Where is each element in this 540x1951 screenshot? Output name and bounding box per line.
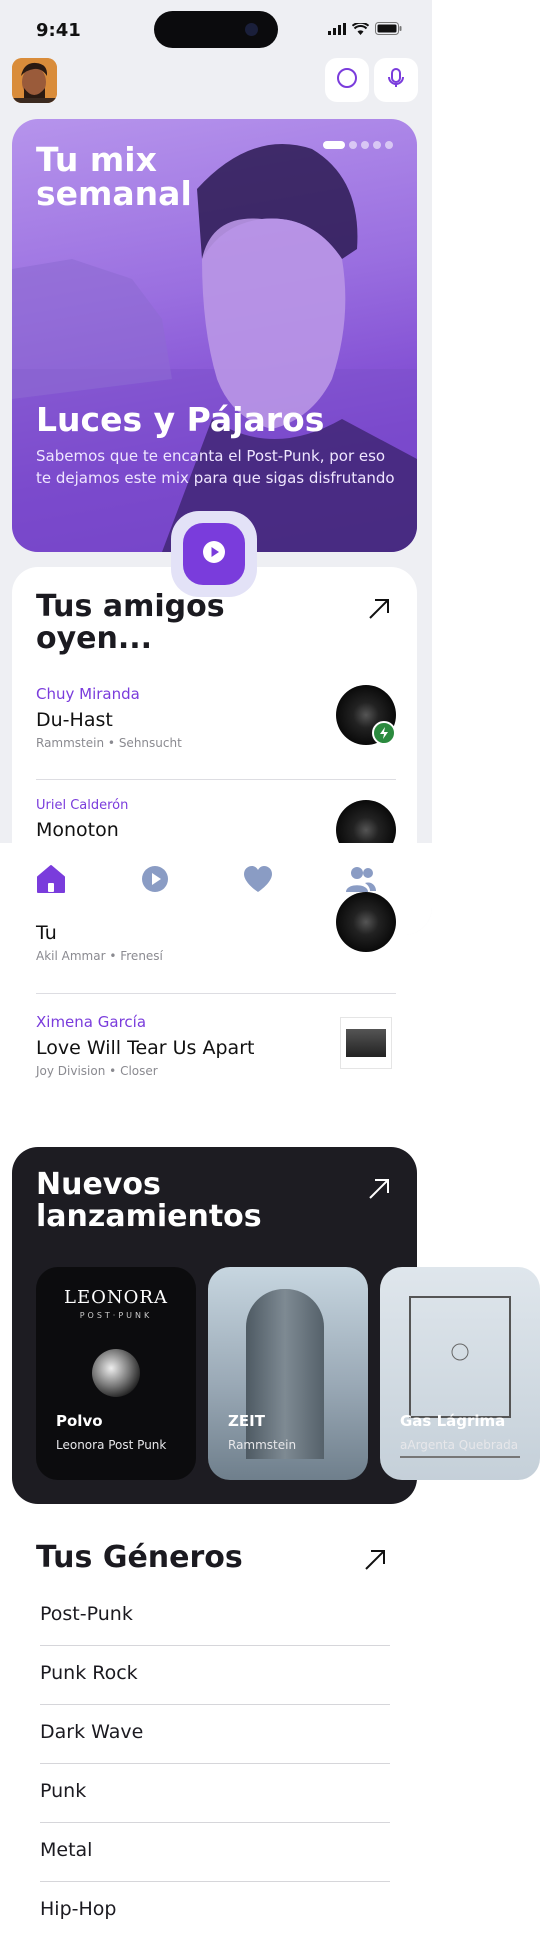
friends-title: Tus amigos oyen...: [36, 589, 225, 656]
voice-search-button[interactable]: [374, 58, 418, 102]
release-artist: Rammstein: [228, 1438, 297, 1452]
genre-item[interactable]: Dark Wave: [40, 1705, 390, 1764]
genre-item[interactable]: Post-Punk: [40, 1587, 390, 1646]
album-name: Closer: [120, 1064, 158, 1078]
divider: [36, 993, 396, 994]
album-cover: [336, 892, 396, 952]
friend-row[interactable]: Chuy Miranda Du-Hast Rammstein • Sehnsuc…: [36, 685, 396, 750]
release-artist: aArgenta Quebrada: [400, 1438, 519, 1452]
circle-search-icon: [335, 66, 359, 94]
divider: [36, 779, 396, 780]
play-mix-button[interactable]: [183, 523, 245, 585]
status-bar: 9:41: [0, 0, 432, 58]
release-card[interactable]: ZEIT Rammstein: [208, 1267, 368, 1480]
carousel-dot[interactable]: [349, 141, 357, 149]
arrow-up-right-icon[interactable]: [365, 595, 393, 623]
home-icon: [35, 863, 67, 899]
artist-name: Joy Division: [36, 1064, 106, 1078]
arrow-up-right-icon[interactable]: [365, 1175, 393, 1203]
song-meta: Akil Ammar • Frenesí: [36, 949, 163, 963]
nav-home[interactable]: [33, 863, 69, 899]
microphone-icon: [384, 66, 408, 94]
album-art-subtext: POST·PUNK: [79, 1311, 153, 1320]
search-button[interactable]: [325, 58, 369, 102]
friend-row[interactable]: Ximena García Love Will Tear Us Apart Jo…: [36, 1013, 396, 1078]
genre-item[interactable]: Hip-Hop: [40, 1882, 390, 1941]
nav-favorites[interactable]: [240, 863, 276, 899]
release-artist: Leonora Post Punk: [56, 1438, 167, 1452]
friend-row[interactable]: Uriel Calderón Monoton: [36, 798, 396, 860]
heart-icon: [243, 865, 273, 897]
release-title: ZEIT: [228, 1412, 265, 1430]
album-name: Sehnsucht: [118, 736, 182, 750]
genre-item[interactable]: Punk: [40, 1764, 390, 1823]
avatar-portrait: [12, 58, 57, 103]
release-title: Gas Lágrima: [400, 1412, 506, 1430]
release-card[interactable]: Gas Lágrima aArgenta Quebrada: [380, 1267, 540, 1480]
song-meta: Rammstein • Sehnsucht: [36, 736, 182, 750]
home-screen: 9:41 Tu mix semanal Luces y Pájaros Sabe…: [0, 0, 432, 935]
signal-icon: [328, 22, 346, 35]
releases-title: Nuevos lanzamientos: [36, 1167, 262, 1234]
battery-icon: [375, 22, 402, 35]
dynamic-island: [154, 11, 278, 48]
arrow-up-right-icon[interactable]: [361, 1546, 389, 1574]
status-icons: [328, 22, 402, 35]
nav-play[interactable]: [137, 863, 173, 899]
carousel-dots[interactable]: [323, 141, 393, 149]
friend-row[interactable]: Tu Akil Ammar • Frenesí: [36, 892, 396, 963]
weekly-mix-card[interactable]: Tu mix semanal Luces y Pájaros Sabemos q…: [12, 119, 417, 552]
wifi-icon: [352, 22, 369, 35]
profile-avatar[interactable]: [12, 58, 57, 103]
genre-item[interactable]: Punk Rock: [40, 1646, 390, 1705]
genre-item[interactable]: Metal: [40, 1823, 390, 1882]
artist-name: Akil Ammar: [36, 949, 106, 963]
album-name: Frenesí: [120, 949, 163, 963]
release-card[interactable]: LEONORA POST·PUNK Polvo Leonora Post Pun…: [36, 1267, 196, 1480]
carousel-dot[interactable]: [385, 141, 393, 149]
play-mix-button-wrapper: [171, 511, 257, 597]
spotify-badge-icon: [372, 721, 396, 745]
artist-name: Rammstein: [36, 736, 105, 750]
album-art-tower: [246, 1289, 324, 1459]
carousel-dot[interactable]: [373, 141, 381, 149]
mix-description: Sabemos que te encanta el Post-Punk, por…: [36, 447, 395, 487]
genres-title: Tus Géneros: [36, 1540, 243, 1575]
release-title: Polvo: [56, 1412, 103, 1430]
carousel-dot[interactable]: [323, 141, 345, 149]
album-art-bomb: [92, 1349, 140, 1397]
mix-label: Tu mix semanal: [36, 140, 192, 213]
status-time: 9:41: [36, 20, 81, 41]
album-art-text: LEONORA: [64, 1287, 168, 1308]
play-icon: [202, 540, 226, 568]
mix-title: Luces y Pájaros: [36, 400, 325, 439]
album-cover: [340, 1017, 392, 1069]
carousel-dot[interactable]: [361, 141, 369, 149]
play-icon: [140, 864, 170, 898]
